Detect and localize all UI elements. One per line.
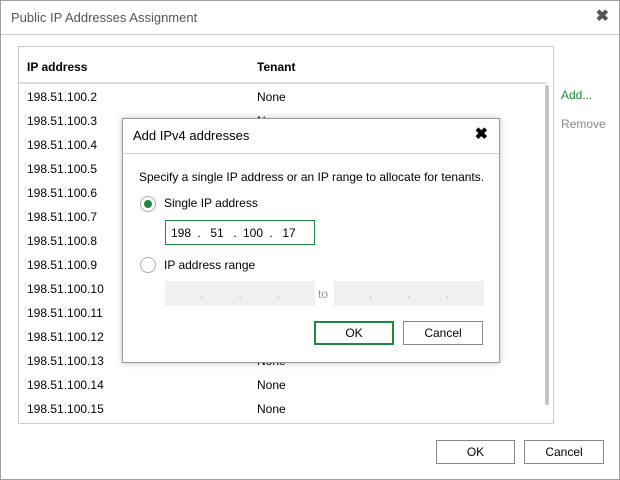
ip-cell: 198.51.100.7 — [27, 210, 98, 224]
header-divider — [19, 82, 547, 84]
dialog-close-icon[interactable]: ✖ — [475, 124, 488, 144]
ip-cell: 198.51.100.3 — [27, 114, 98, 128]
scrollbar[interactable] — [545, 85, 549, 405]
ip-cell: 198.51.100.13 — [27, 354, 104, 368]
table-row[interactable]: 198.51.100.2 None — [19, 90, 539, 114]
dialog-title: Add IPv4 addresses — [133, 128, 250, 143]
add-link[interactable]: Add... — [561, 88, 592, 102]
ip-cell: 198.51.100.14 — [27, 378, 104, 392]
single-ip-input[interactable]: 198. 51. 100. 17 — [165, 220, 315, 245]
ip-range-radio[interactable] — [140, 257, 156, 273]
ip-cell: 198.51.100.4 — [27, 138, 98, 152]
ip-cell: 198.51.100.15 — [27, 402, 104, 416]
octet-3[interactable]: 100 — [238, 226, 268, 240]
tenant-cell: None — [257, 402, 286, 416]
window-title: Public IP Addresses Assignment — [11, 10, 198, 25]
tenant-cell: None — [257, 90, 286, 104]
table-row[interactable]: 198.51.100.14 None — [19, 378, 539, 402]
tenant-cell: None — [257, 378, 286, 392]
range-start-input[interactable]: ... — [165, 281, 315, 306]
add-ipv4-dialog: Add IPv4 addresses ✖ Specify a single IP… — [122, 118, 500, 363]
octet-2[interactable]: 51 — [202, 226, 232, 240]
ip-cell: 198.51.100.12 — [27, 330, 104, 344]
range-to-label: to — [318, 287, 329, 301]
dialog-ok-button[interactable]: OK — [314, 321, 394, 345]
column-header-tenant[interactable]: Tenant — [257, 60, 295, 74]
dialog-cancel-button[interactable]: Cancel — [403, 321, 483, 345]
column-header-ip[interactable]: IP address — [27, 60, 87, 74]
remove-link[interactable]: Remove — [561, 117, 606, 131]
ip-cell: 198.51.100.5 — [27, 162, 98, 176]
cancel-button[interactable]: Cancel — [524, 440, 604, 464]
table-row[interactable]: 198.51.100.15 None — [19, 402, 539, 426]
octet-1[interactable]: 198 — [166, 226, 196, 240]
close-icon[interactable]: ✖ — [596, 6, 609, 26]
ip-cell: 198.51.100.11 — [27, 306, 103, 320]
ip-cell: 198.51.100.8 — [27, 234, 98, 248]
title-divider — [1, 34, 619, 35]
single-ip-radio[interactable] — [140, 196, 156, 212]
single-ip-label[interactable]: Single IP address — [164, 196, 258, 210]
octet-4[interactable]: 17 — [274, 226, 304, 240]
ok-button[interactable]: OK — [436, 440, 515, 464]
ip-cell: 198.51.100.9 — [27, 258, 98, 272]
ip-cell: 198.51.100.2 — [27, 90, 98, 104]
ip-range-label[interactable]: IP address range — [164, 258, 255, 272]
dialog-title-divider — [123, 153, 499, 154]
ip-cell: 198.51.100.6 — [27, 186, 98, 200]
range-end-input[interactable]: ... — [334, 281, 484, 306]
dialog-description: Specify a single IP address or an IP ran… — [139, 170, 485, 184]
ip-cell: 198.51.100.10 — [27, 282, 104, 296]
